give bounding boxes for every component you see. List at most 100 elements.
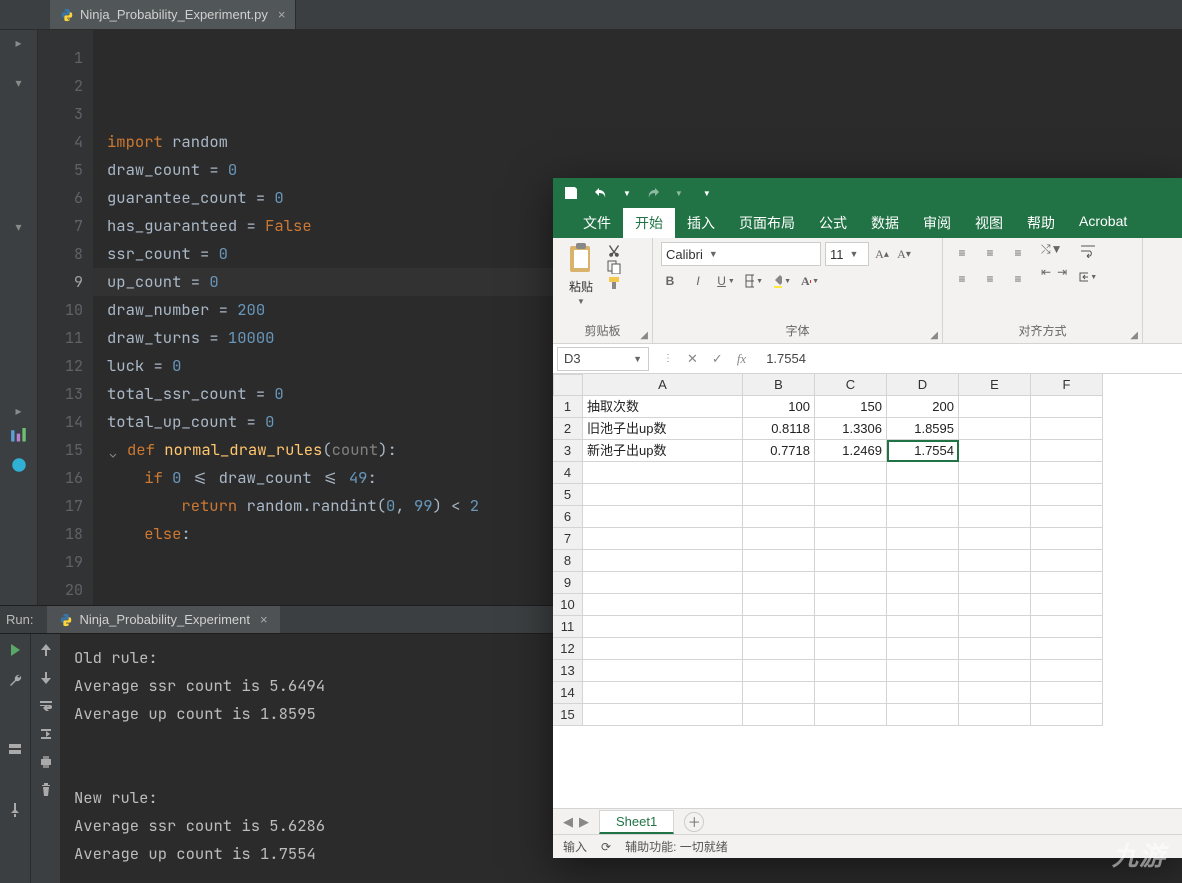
row-header[interactable]: 9: [553, 572, 583, 594]
chevron-down-icon[interactable]: ▾: [15, 76, 21, 90]
cell[interactable]: [583, 660, 743, 682]
cell[interactable]: [743, 616, 815, 638]
row-header[interactable]: 8: [553, 550, 583, 572]
sheet-tab[interactable]: Sheet1: [599, 810, 674, 834]
line-number[interactable]: 16: [38, 464, 83, 492]
line-number[interactable]: 17: [38, 492, 83, 520]
print-icon[interactable]: [38, 754, 54, 770]
cell[interactable]: [959, 594, 1031, 616]
cell[interactable]: [1031, 660, 1103, 682]
line-number[interactable]: 9: [38, 268, 83, 296]
accessibility-icon[interactable]: ⟳: [601, 840, 611, 854]
close-icon[interactable]: ×: [278, 7, 286, 22]
line-number[interactable]: 1: [38, 44, 83, 72]
arrow-down-icon[interactable]: [38, 670, 54, 686]
line-number[interactable]: 14: [38, 408, 83, 436]
line-number[interactable]: 18: [38, 520, 83, 548]
cell[interactable]: [959, 704, 1031, 726]
cell[interactable]: [887, 616, 959, 638]
cell[interactable]: [743, 682, 815, 704]
cell[interactable]: [887, 660, 959, 682]
row-header[interactable]: 11: [553, 616, 583, 638]
gutter-fold-icon[interactable]: [107, 443, 123, 459]
cell[interactable]: [583, 616, 743, 638]
cell[interactable]: [743, 704, 815, 726]
line-number[interactable]: 20: [38, 576, 83, 604]
add-sheet-button[interactable]: ＋: [684, 812, 704, 832]
cell[interactable]: [583, 550, 743, 572]
cell[interactable]: [1031, 550, 1103, 572]
cell[interactable]: [815, 682, 887, 704]
pin-icon[interactable]: [7, 802, 23, 818]
cell[interactable]: [1031, 638, 1103, 660]
cell[interactable]: [583, 704, 743, 726]
cell[interactable]: [887, 704, 959, 726]
cell[interactable]: [1031, 682, 1103, 704]
cell[interactable]: [743, 594, 815, 616]
wrench-icon[interactable]: [7, 672, 23, 688]
cell[interactable]: [1031, 594, 1103, 616]
cell[interactable]: [887, 638, 959, 660]
layout-icon[interactable]: [7, 742, 23, 758]
line-number[interactable]: 6: [38, 184, 83, 212]
line-number[interactable]: 19: [38, 548, 83, 576]
cell[interactable]: [815, 616, 887, 638]
cell[interactable]: [815, 594, 887, 616]
chevron-right-icon[interactable]: ▸: [15, 404, 21, 418]
row-header[interactable]: 15: [553, 704, 583, 726]
cell[interactable]: [887, 550, 959, 572]
cell[interactable]: [959, 660, 1031, 682]
code-line[interactable]: luck = 0: [107, 352, 1182, 380]
cell[interactable]: [743, 638, 815, 660]
line-number[interactable]: 7: [38, 212, 83, 240]
row-header[interactable]: 14: [553, 682, 583, 704]
chevron-right-icon[interactable]: ▸: [15, 36, 21, 50]
cell[interactable]: [887, 594, 959, 616]
cell[interactable]: [959, 572, 1031, 594]
row-header[interactable]: 13: [553, 660, 583, 682]
code-line[interactable]: ssr_count = 0: [107, 240, 1182, 268]
line-number[interactable]: 2: [38, 72, 83, 100]
code-line[interactable]: return random.randint(0, 99) < 2: [107, 492, 1182, 520]
run-config-tab[interactable]: Ninja_Probability_Experiment ×: [47, 606, 279, 633]
line-number[interactable]: 3: [38, 100, 83, 128]
cell[interactable]: [815, 660, 887, 682]
bookmarks-icon[interactable]: [10, 456, 28, 474]
cell[interactable]: [1031, 572, 1103, 594]
line-number[interactable]: 4: [38, 128, 83, 156]
cell[interactable]: [743, 550, 815, 572]
cell[interactable]: [815, 704, 887, 726]
code-line[interactable]: up_count = 0: [107, 268, 1182, 296]
row-header[interactable]: 10: [553, 594, 583, 616]
cell[interactable]: [583, 572, 743, 594]
scroll-to-end-icon[interactable]: [38, 726, 54, 742]
soft-wrap-icon[interactable]: [38, 698, 54, 714]
code-line[interactable]: draw_turns = 10000: [107, 324, 1182, 352]
cell[interactable]: [1031, 704, 1103, 726]
prev-sheet-icon[interactable]: ◀: [563, 814, 573, 830]
line-number[interactable]: 10: [38, 296, 83, 324]
cell[interactable]: [583, 594, 743, 616]
chevron-down-icon[interactable]: ▾: [15, 220, 21, 234]
cell[interactable]: [743, 660, 815, 682]
close-icon[interactable]: ×: [260, 612, 268, 627]
cell[interactable]: [815, 638, 887, 660]
code-line[interactable]: total_ssr_count = 0: [107, 380, 1182, 408]
row-header[interactable]: 12: [553, 638, 583, 660]
cell[interactable]: [959, 682, 1031, 704]
cell[interactable]: [887, 682, 959, 704]
cell[interactable]: [743, 572, 815, 594]
line-number[interactable]: 15: [38, 436, 83, 464]
cell[interactable]: [959, 638, 1031, 660]
code-line[interactable]: def normal_draw_rules(count):: [107, 436, 1182, 464]
line-number[interactable]: 12: [38, 352, 83, 380]
cell[interactable]: [959, 550, 1031, 572]
cell[interactable]: [815, 550, 887, 572]
code-line[interactable]: guarantee_count = 0: [107, 184, 1182, 212]
code-line[interactable]: has_guaranteed = False: [107, 212, 1182, 240]
next-sheet-icon[interactable]: ▶: [579, 814, 589, 830]
cell[interactable]: [1031, 616, 1103, 638]
code-line[interactable]: if 0 <= draw_count <= 49:: [107, 464, 1182, 492]
line-number[interactable]: 8: [38, 240, 83, 268]
trash-icon[interactable]: [38, 782, 54, 798]
